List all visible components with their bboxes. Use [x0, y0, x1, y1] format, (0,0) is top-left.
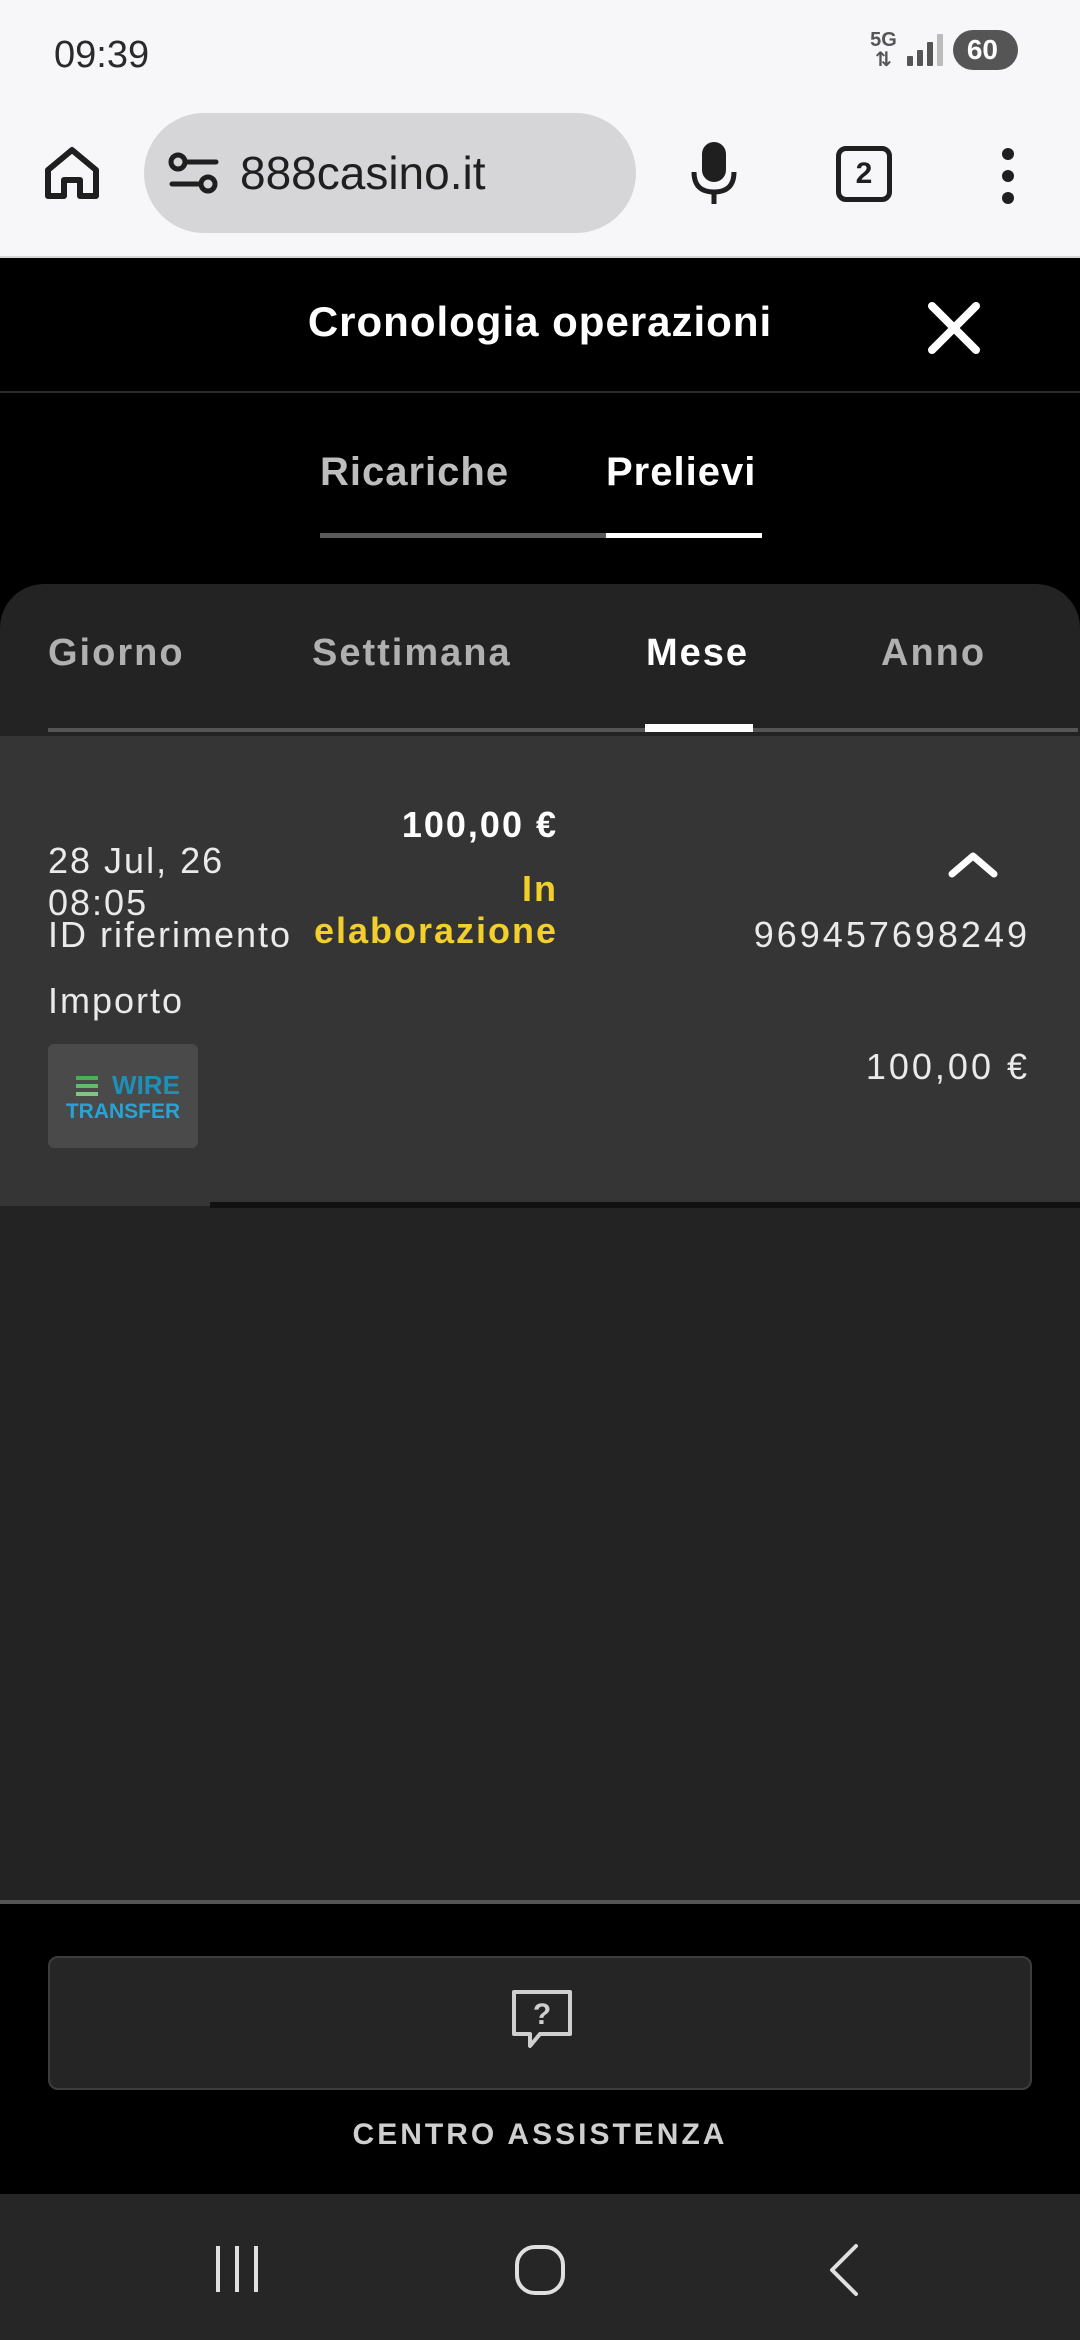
help-center-label[interactable]: CENTRO ASSISTENZA [0, 2118, 1080, 2152]
wire-transfer-icon: WIRE TRANSFER [66, 1070, 180, 1123]
chevron-up-icon[interactable] [948, 848, 998, 878]
tune-icon[interactable] [168, 151, 220, 195]
row-divider [210, 1202, 1080, 1208]
tab-giorno[interactable]: Giorno [48, 632, 185, 675]
transaction-amount: 100,00 € [401, 804, 558, 845]
tab-anno[interactable]: Anno [881, 632, 986, 675]
logo-bottom-text: TRANSFER [66, 1100, 180, 1123]
transaction-date: 28 Jul, 26 [48, 840, 225, 881]
home-icon[interactable] [42, 142, 102, 202]
signal-icon [906, 34, 943, 66]
active-tab-indicator [645, 724, 753, 732]
footer: ? CENTRO ASSISTENZA [0, 1900, 1080, 2194]
period-tabs: Giorno Settimana Mese Anno [48, 584, 1078, 732]
reference-label: ID riferimento [48, 914, 293, 955]
help-chat-icon: ? [512, 1990, 572, 2048]
svg-text:?: ? [533, 1998, 551, 2031]
status-line-1: In [522, 868, 558, 909]
browser-toolbar: 888casino.it 2 [0, 110, 1080, 258]
page-header: Cronologia operazioni [0, 260, 1080, 393]
tab-mese[interactable]: Mese [646, 632, 749, 675]
reference-value: 969457698249 [753, 914, 1030, 955]
logo-top-text: WIRE [112, 1070, 180, 1100]
network-5g-icon: 5G ⇅ [870, 30, 897, 70]
network-label: 5G [870, 29, 897, 51]
url-text[interactable]: 888casino.it [240, 146, 486, 200]
amount-label: Importo [48, 980, 185, 1021]
status-bar: 09:39 5G ⇅ 60 [0, 0, 1080, 110]
close-icon[interactable] [922, 296, 986, 360]
system-nav-bar [0, 2194, 1080, 2340]
back-icon[interactable] [826, 2242, 862, 2298]
recents-icon[interactable] [212, 2244, 262, 2294]
data-arrows-icon: ⇅ [875, 49, 892, 71]
battery-icon: 60 [952, 30, 1018, 70]
status-time: 09:39 [54, 34, 150, 76]
status-icons: 5G ⇅ 60 [870, 30, 1018, 70]
tabs-icon[interactable]: 2 [836, 146, 892, 202]
wire-transfer-logo: WIRE TRANSFER [48, 1044, 198, 1148]
type-tabs: Ricariche Prelievi [320, 446, 762, 538]
page-title: Cronologia operazioni [307, 298, 773, 345]
help-center-button[interactable]: ? [48, 1956, 1032, 2090]
tab-ricariche[interactable]: Ricariche [320, 446, 608, 538]
tab-settimana[interactable]: Settimana [312, 632, 512, 675]
more-vert-icon[interactable] [996, 146, 1020, 206]
transaction-row[interactable]: 28 Jul, 26 08:05 100,00 € In elaborazion… [0, 736, 1080, 1206]
mic-icon[interactable] [686, 138, 742, 208]
amount-value: 100,00 € [865, 1046, 1030, 1087]
transaction-datetime: 28 Jul, 26 08:05 [48, 840, 224, 924]
tab-prelievi[interactable]: Prelievi [606, 446, 762, 538]
address-bar[interactable]: 888casino.it [144, 113, 636, 233]
home-circle-icon[interactable] [514, 2244, 566, 2296]
